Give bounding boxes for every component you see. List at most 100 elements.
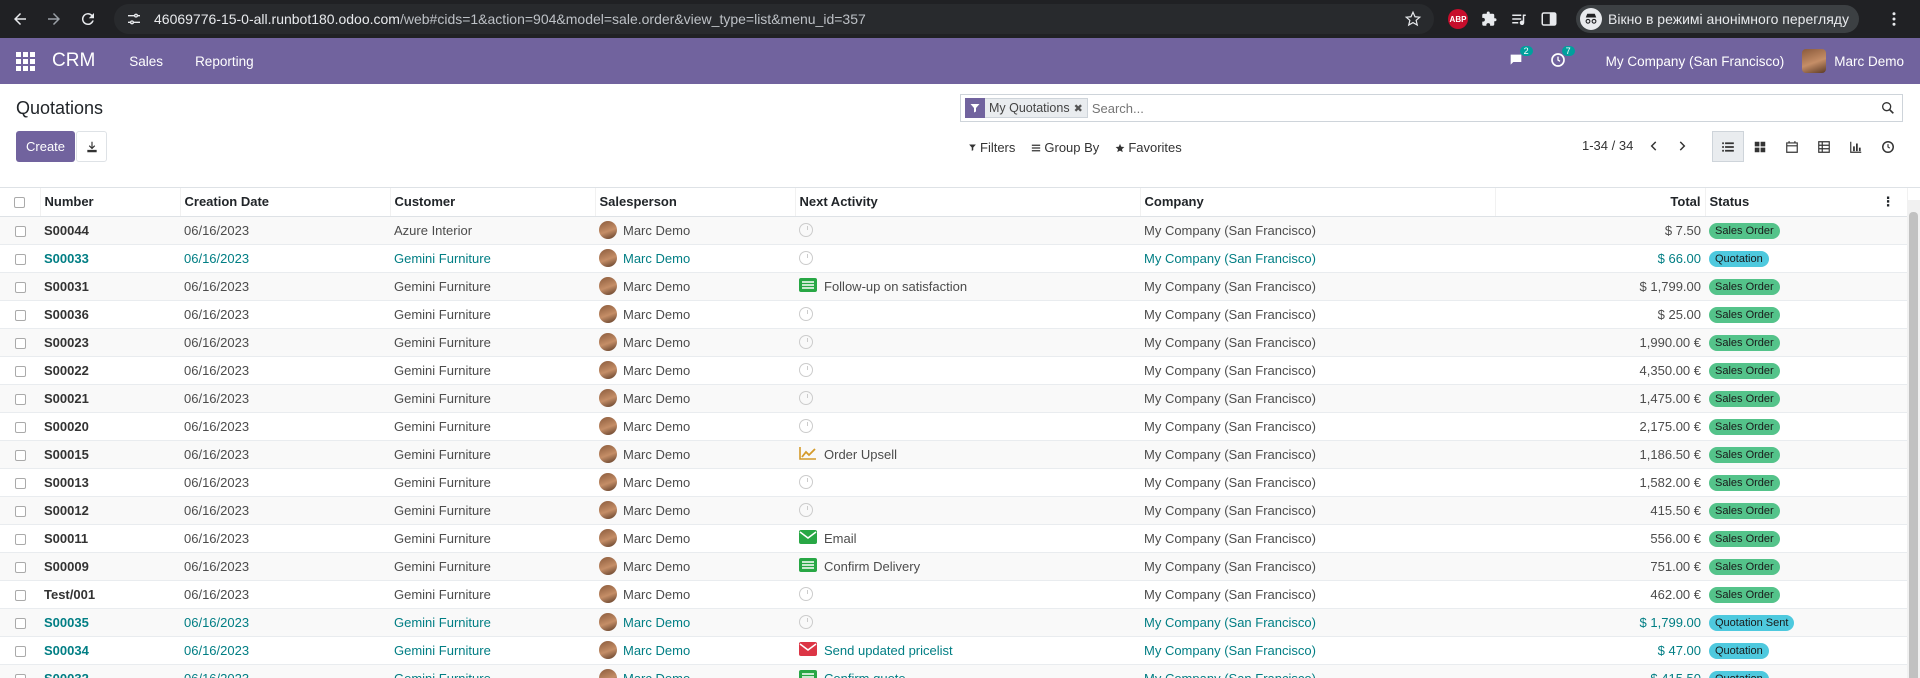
search-facet[interactable]: My Quotations ✖ — [965, 98, 1088, 118]
table-row[interactable]: S00015 06/16/2023 Gemini Furniture Marc Dem… — [0, 440, 1907, 469]
row-checkbox[interactable] — [0, 664, 40, 678]
kanban-view-icon[interactable] — [1744, 131, 1776, 162]
extensions-puzzle-icon[interactable] — [1480, 10, 1498, 28]
row-checkbox[interactable] — [0, 328, 40, 357]
next-activity[interactable]: Follow-up on satisfaction — [795, 272, 1140, 301]
table-row[interactable]: S00036 06/16/2023 Gemini Furniture Marc Dem… — [0, 300, 1907, 329]
row-checkbox[interactable] — [0, 608, 40, 637]
next-activity[interactable]: Order Upsell — [795, 440, 1140, 469]
browser-menu-icon[interactable] — [1885, 10, 1903, 28]
table-row[interactable]: S00031 06/16/2023 Gemini Furniture Marc Dem… — [0, 272, 1907, 301]
forward-icon[interactable] — [40, 5, 68, 33]
calendar-view-icon[interactable] — [1776, 131, 1808, 162]
app-brand[interactable]: CRM — [52, 50, 95, 72]
table-row[interactable]: S00023 06/16/2023 Gemini Furniture Marc Dem… — [0, 328, 1907, 357]
bookmark-star-icon[interactable] — [1404, 10, 1422, 28]
table-row[interactable]: S00033 06/16/2023 Gemini Furniture Marc Dem… — [0, 244, 1907, 273]
reload-icon[interactable] — [74, 5, 102, 33]
activity-clock-icon[interactable] — [799, 475, 813, 489]
incognito-indicator[interactable]: Вікно в режимі анонімного перегляду — [1576, 5, 1859, 33]
favorites-dropdown[interactable]: Favorites — [1109, 136, 1187, 159]
col-total[interactable]: Total — [1495, 188, 1706, 217]
activity-clock-icon[interactable] — [799, 419, 813, 433]
menu-sales[interactable]: Sales — [129, 54, 163, 69]
col-number[interactable]: Number — [40, 188, 181, 217]
vertical-scrollbar[interactable] — [1907, 200, 1920, 678]
next-activity[interactable] — [795, 356, 1140, 385]
sidepanel-icon[interactable] — [1540, 10, 1558, 28]
table-row[interactable]: S00035 06/16/2023 Gemini Furniture Marc Dem… — [0, 608, 1907, 637]
activity-clock-icon[interactable] — [799, 615, 813, 629]
activity-clock-icon[interactable] — [799, 587, 813, 601]
menu-reporting[interactable]: Reporting — [195, 54, 254, 69]
table-row[interactable]: S00011 06/16/2023 Gemini Furniture Marc Dem… — [0, 524, 1907, 553]
row-checkbox[interactable] — [0, 272, 40, 301]
col-status[interactable]: Status ⋮ — [1705, 188, 1908, 217]
pager-value[interactable]: 1-34 / 34 — [1582, 138, 1633, 153]
activity-clock-icon[interactable] — [799, 335, 813, 349]
next-activity[interactable]: Confirm Delivery — [795, 552, 1140, 581]
next-activity[interactable] — [795, 300, 1140, 329]
todo-activity-icon[interactable] — [799, 669, 817, 678]
address-bar[interactable]: 46069776-15-0-all.runbot180.odoo.com/web… — [114, 4, 1434, 34]
optional-columns-icon[interactable]: ⋮ — [1882, 194, 1895, 210]
col-customer[interactable]: Customer — [390, 188, 596, 217]
table-row[interactable]: S00009 06/16/2023 Gemini Furniture Marc Dem… — [0, 552, 1907, 581]
pager-previous-icon[interactable] — [1647, 139, 1661, 153]
messaging-button[interactable]: 2 — [1508, 45, 1533, 71]
activity-clock-icon[interactable] — [799, 391, 813, 405]
row-checkbox[interactable] — [0, 440, 40, 469]
activity-clock-icon[interactable] — [799, 363, 813, 377]
next-activity[interactable] — [795, 244, 1140, 273]
next-activity[interactable]: Email — [795, 524, 1140, 553]
col-salesperson[interactable]: Salesperson — [595, 188, 796, 217]
activity-clock-icon[interactable] — [799, 223, 813, 237]
next-activity[interactable] — [795, 496, 1140, 525]
todo-activity-icon[interactable] — [799, 557, 817, 575]
row-checkbox[interactable] — [0, 216, 40, 245]
activity-clock-icon[interactable] — [799, 307, 813, 321]
activity-view-icon[interactable] — [1872, 131, 1904, 162]
groupby-dropdown[interactable]: Group By — [1025, 136, 1105, 159]
search-icon[interactable] — [1880, 100, 1896, 116]
col-next-activity[interactable]: Next Activity — [795, 188, 1141, 217]
table-row[interactable]: S00021 06/16/2023 Gemini Furniture Marc Dem… — [0, 384, 1907, 413]
pivot-view-icon[interactable] — [1808, 131, 1840, 162]
row-checkbox[interactable] — [0, 580, 40, 609]
pager-next-icon[interactable] — [1675, 139, 1689, 153]
back-icon[interactable] — [6, 5, 34, 33]
search-input[interactable] — [1091, 100, 1880, 116]
row-checkbox[interactable] — [0, 524, 40, 553]
export-button[interactable] — [76, 131, 107, 162]
app-menu-grid-icon[interactable] — [14, 50, 36, 72]
row-checkbox[interactable] — [0, 412, 40, 441]
col-company[interactable]: Company — [1140, 188, 1496, 217]
filters-dropdown[interactable]: Filters — [962, 136, 1021, 159]
media-queue-icon[interactable] — [1510, 10, 1528, 28]
table-row[interactable]: S00022 06/16/2023 Gemini Furniture Marc Dem… — [0, 356, 1907, 385]
table-row[interactable]: S00013 06/16/2023 Gemini Furniture Marc Dem… — [0, 468, 1907, 497]
next-activity[interactable] — [795, 580, 1140, 609]
facet-remove-icon[interactable]: ✖ — [1074, 102, 1087, 115]
upsell-chart-icon[interactable] — [799, 446, 817, 463]
row-checkbox[interactable] — [0, 384, 40, 413]
adblock-icon[interactable]: ABP — [1448, 9, 1468, 29]
create-button[interactable]: Create — [16, 131, 76, 162]
activity-clock-icon[interactable] — [799, 503, 813, 517]
email-icon[interactable] — [799, 529, 817, 547]
table-row[interactable]: S00012 06/16/2023 Gemini Furniture Marc Dem… — [0, 496, 1907, 525]
user-menu[interactable]: Marc Demo — [1802, 49, 1904, 73]
row-checkbox[interactable] — [0, 552, 40, 581]
table-row[interactable]: Test/001 06/16/2023 Gemini Furniture Marc D… — [0, 580, 1907, 609]
row-checkbox[interactable] — [0, 244, 40, 273]
next-activity[interactable] — [795, 384, 1140, 413]
table-row[interactable]: S00034 06/16/2023 Gemini Furniture Marc Dem… — [0, 636, 1907, 665]
row-checkbox[interactable] — [0, 300, 40, 329]
company-switcher[interactable]: My Company (San Francisco) — [1606, 54, 1785, 69]
table-row[interactable]: S00020 06/16/2023 Gemini Furniture Marc Dem… — [0, 412, 1907, 441]
row-checkbox[interactable] — [0, 468, 40, 497]
table-row[interactable]: S00032 06/16/2023 Gemini Furniture Marc Dem… — [0, 664, 1907, 678]
select-all-checkbox[interactable] — [0, 188, 41, 217]
todo-activity-icon[interactable] — [799, 277, 817, 295]
activities-button[interactable]: 7 — [1550, 45, 1575, 71]
